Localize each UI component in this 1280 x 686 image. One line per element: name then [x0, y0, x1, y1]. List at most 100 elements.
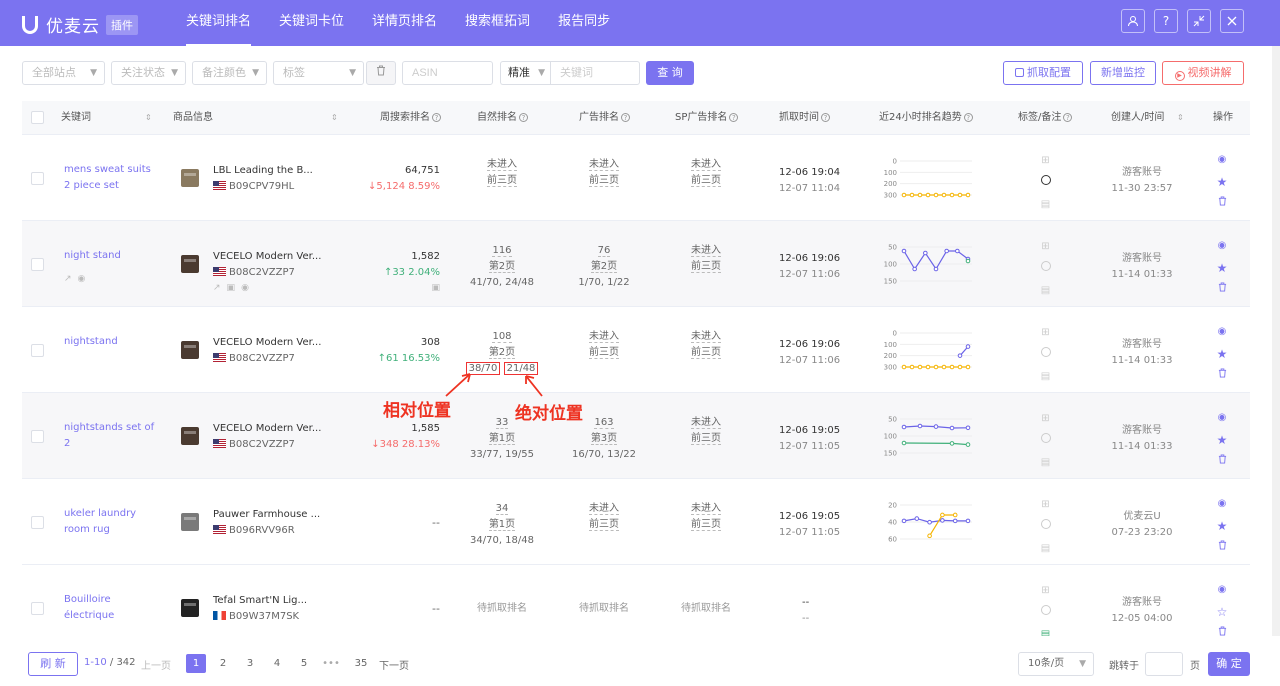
- color-select[interactable]: 备注颜色 ▼: [192, 61, 267, 85]
- nav-keyword-slot[interactable]: 关键词卡位: [279, 0, 344, 46]
- product-asin[interactable]: B09W37M7SK: [213, 611, 299, 622]
- product-asin[interactable]: B096RVV96R: [213, 525, 295, 536]
- sp-rank-cell[interactable]: 未进入 前三页: [656, 415, 756, 447]
- keyword-link[interactable]: ukeler laundry room rug: [64, 506, 159, 538]
- sort-product-icon[interactable]: ⇕: [331, 101, 338, 135]
- add-tag-icon[interactable]: ⊞: [1039, 580, 1052, 602]
- row-checkbox[interactable]: [31, 344, 44, 357]
- refresh-button[interactable]: 刷 新: [28, 652, 78, 676]
- page-ellipsis[interactable]: •••: [321, 654, 341, 673]
- view-icon[interactable]: ◉: [1210, 235, 1234, 257]
- sort-keyword-icon[interactable]: ⇕: [145, 101, 152, 135]
- star-icon[interactable]: ★: [1210, 343, 1234, 365]
- organic-rank-cell[interactable]: 116 第2页 41/70, 24/48: [452, 243, 552, 291]
- nav-search-suggest[interactable]: 搜索框拓词: [465, 0, 530, 46]
- col-creator[interactable]: 创建人/时间: [1111, 101, 1164, 135]
- page-3[interactable]: 3: [240, 654, 260, 673]
- trend-chart[interactable]: 0 100 200 300: [880, 155, 980, 201]
- color-mark-icon[interactable]: [1039, 172, 1052, 194]
- organic-rank-cell[interactable]: 待抓取排名: [452, 601, 552, 617]
- scrollbar[interactable]: [1272, 46, 1280, 636]
- keyword-link[interactable]: nightstand: [64, 334, 159, 350]
- view-icon[interactable]: ◉: [1210, 321, 1234, 343]
- sp-rank-cell[interactable]: 未进入 前三页: [656, 329, 756, 361]
- product-title[interactable]: VECELO Modern Ver...: [213, 423, 321, 434]
- keyword-input[interactable]: [550, 61, 640, 85]
- help-icon[interactable]: ?: [1154, 9, 1178, 33]
- col-weekly-rank[interactable]: 周搜索排名?: [380, 101, 441, 135]
- user-icon[interactable]: [1121, 9, 1145, 33]
- share-icon[interactable]: ↗: [64, 274, 78, 284]
- page-2[interactable]: 2: [213, 654, 233, 673]
- note-icon[interactable]: ▤: [1039, 624, 1052, 636]
- crawl-config-button[interactable]: 抓取配置: [1003, 61, 1083, 85]
- site-select[interactable]: 全部站点 ▼: [22, 61, 105, 85]
- view-icon[interactable]: ◉: [1210, 149, 1234, 171]
- page-size-select[interactable]: 10条/页 ▼: [1018, 652, 1094, 676]
- video-tutorial-button[interactable]: ▶ 视频讲解: [1162, 61, 1244, 85]
- note-icon[interactable]: ▤: [1039, 194, 1052, 216]
- trash-icon[interactable]: [1210, 193, 1234, 215]
- view-icon[interactable]: ◉: [1210, 579, 1234, 601]
- note-icon[interactable]: ▤: [1039, 538, 1052, 560]
- trash-icon[interactable]: [1210, 365, 1234, 387]
- row-checkbox[interactable]: [31, 172, 44, 185]
- color-mark-icon[interactable]: [1039, 602, 1052, 624]
- star-icon[interactable]: ★: [1210, 257, 1234, 279]
- product-title[interactable]: VECELO Modern Ver...: [213, 337, 321, 348]
- view-icon[interactable]: ◉: [78, 274, 92, 284]
- star-icon[interactable]: ★: [1210, 515, 1234, 537]
- star-icon[interactable]: ☆: [1210, 601, 1234, 623]
- keyword-link[interactable]: Bouilloire électrique: [64, 592, 159, 624]
- prev-page-button[interactable]: 上一页: [141, 657, 171, 672]
- product-title[interactable]: Pauwer Farmhouse ...: [213, 509, 320, 520]
- view-icon[interactable]: ◉: [241, 283, 255, 293]
- organic-rank-cell[interactable]: 未进入 前三页: [452, 157, 552, 189]
- share-icon[interactable]: ↗: [213, 283, 227, 293]
- star-icon[interactable]: ★: [1210, 171, 1234, 193]
- note-icon[interactable]: ▤: [1039, 280, 1052, 302]
- product-title[interactable]: VECELO Modern Ver...: [213, 251, 321, 262]
- trend-chart[interactable]: [880, 585, 980, 631]
- trend-chart[interactable]: 0 100 200 300: [880, 327, 980, 373]
- color-mark-icon[interactable]: [1039, 430, 1052, 452]
- tag-select[interactable]: 标签 ▼: [273, 61, 364, 85]
- add-monitor-button[interactable]: 新增监控: [1090, 61, 1156, 85]
- sp-rank-cell[interactable]: 未进入 前三页: [656, 157, 756, 189]
- page-4[interactable]: 4: [267, 654, 287, 673]
- shrink-icon[interactable]: [1187, 9, 1211, 33]
- close-icon[interactable]: [1220, 9, 1244, 33]
- nav-report-sync[interactable]: 报告同步: [558, 0, 610, 46]
- product-asin[interactable]: B08C2VZZP7: [213, 353, 295, 364]
- chart-icon[interactable]: ▣: [227, 283, 242, 293]
- page-5[interactable]: 5: [294, 654, 314, 673]
- color-mark-icon[interactable]: [1039, 344, 1052, 366]
- ad-rank-cell[interactable]: 待抓取排名: [554, 601, 654, 617]
- trash-icon[interactable]: [1210, 279, 1234, 301]
- trend-chart[interactable]: 50 100 150: [880, 413, 980, 459]
- row-checkbox[interactable]: [31, 602, 44, 615]
- sp-rank-cell[interactable]: 未进入 前三页: [656, 243, 756, 275]
- product-title[interactable]: Tefal Smart'N Lig...: [213, 595, 307, 606]
- trash-icon[interactable]: [1210, 537, 1234, 559]
- page-35[interactable]: 35: [351, 654, 371, 673]
- row-checkbox[interactable]: [31, 430, 44, 443]
- search-button[interactable]: 查 询: [646, 61, 694, 85]
- keyword-link[interactable]: nightstands set of 2: [64, 420, 159, 452]
- trash-icon[interactable]: [1210, 451, 1234, 473]
- view-icon[interactable]: ◉: [1210, 493, 1234, 515]
- star-icon[interactable]: ★: [1210, 429, 1234, 451]
- asin-input[interactable]: [402, 61, 493, 85]
- ad-rank-cell[interactable]: 未进入 前三页: [554, 501, 654, 533]
- next-page-button[interactable]: 下一页: [379, 657, 409, 672]
- ad-rank-cell[interactable]: 76 第2页 1/70, 1/22: [554, 243, 654, 291]
- note-icon[interactable]: ▤: [1039, 452, 1052, 474]
- keyword-link[interactable]: night stand: [64, 248, 159, 264]
- select-all-checkbox[interactable]: [31, 111, 44, 124]
- row-checkbox[interactable]: [31, 516, 44, 529]
- keyword-link[interactable]: mens sweat suits 2 piece set: [64, 162, 159, 194]
- add-tag-icon[interactable]: ⊞: [1039, 322, 1052, 344]
- note-icon[interactable]: ▤: [1039, 366, 1052, 388]
- ad-rank-cell[interactable]: 未进入 前三页: [554, 329, 654, 361]
- product-title[interactable]: LBL Leading the B...: [213, 165, 313, 176]
